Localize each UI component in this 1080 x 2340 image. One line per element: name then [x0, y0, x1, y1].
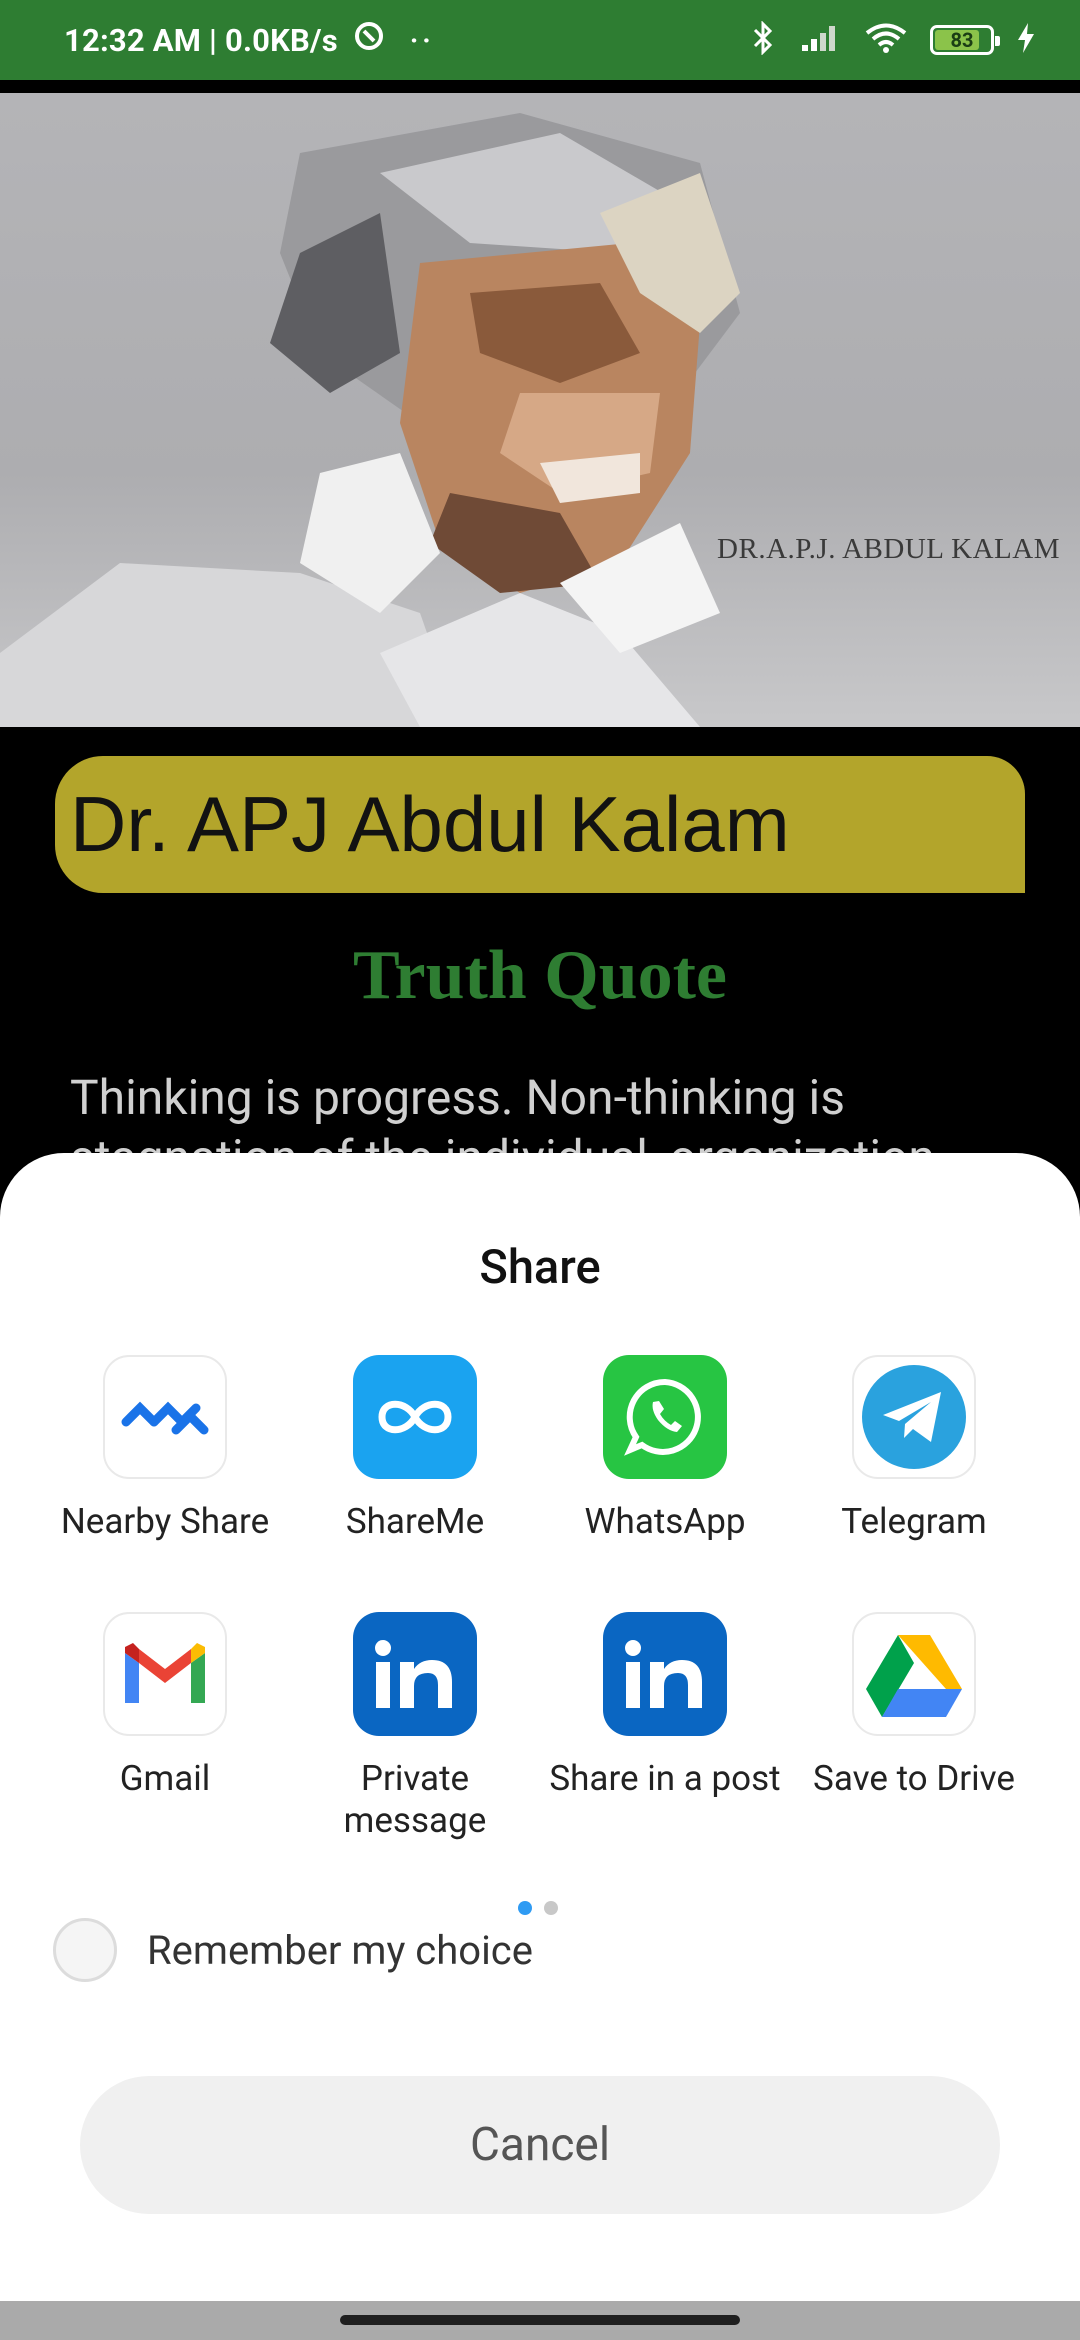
share-target-nearby-share[interactable]: Nearby Share	[40, 1355, 290, 1543]
nearby-share-icon	[103, 1355, 227, 1479]
shareme-icon	[353, 1355, 477, 1479]
whatsapp-icon	[603, 1355, 727, 1479]
telegram-icon	[852, 1355, 976, 1479]
app-label: Private message	[343, 1758, 487, 1841]
status-right: 83	[748, 20, 1036, 59]
portrait-caption: DR.A.P.J. ABDUL KALAM	[717, 533, 1060, 565]
app-label: Telegram	[841, 1501, 987, 1542]
bluetooth-icon	[748, 20, 778, 59]
status-left: 12:32 AM | 0.0KB/s ··	[64, 19, 435, 61]
share-target-linkedin-post[interactable]: Share in a post	[540, 1612, 790, 1800]
app-label: Gmail	[119, 1758, 211, 1799]
portrait-artwork	[0, 113, 740, 727]
battery-percent: 83	[950, 28, 974, 52]
remember-choice-checkbox[interactable]	[53, 1918, 117, 1982]
author-name: Dr. APJ Abdul Kalam	[70, 780, 790, 868]
page-indicator	[518, 1901, 558, 1915]
portrait-image: DR.A.P.J. ABDUL KALAM	[0, 93, 1080, 727]
page-dot-active	[518, 1901, 532, 1915]
charging-icon	[1016, 22, 1036, 58]
status-bar: 12:32 AM | 0.0KB/s ·· 83	[0, 0, 1080, 80]
share-sheet-title: Share	[479, 1240, 601, 1295]
linkedin-icon	[603, 1612, 727, 1736]
home-indicator[interactable]	[340, 2315, 740, 2325]
gmail-icon	[103, 1612, 227, 1736]
status-time-speed: 12:32 AM | 0.0KB/s	[64, 21, 338, 59]
battery-icon: 83	[930, 25, 1000, 55]
cancel-button[interactable]: Cancel	[80, 2076, 1000, 2214]
app-label: Nearby Share	[60, 1501, 270, 1542]
app-label: Save to Drive	[813, 1758, 1015, 1799]
google-drive-icon	[852, 1612, 976, 1736]
screen: 12:32 AM | 0.0KB/s ·· 83 DR.A.P.J. ABDUL…	[0, 0, 1080, 2340]
remember-choice-label: Remember my choice	[147, 1926, 533, 1974]
share-target-telegram[interactable]: Telegram	[789, 1355, 1039, 1543]
remember-choice-option[interactable]: Remember my choice	[53, 1918, 533, 1982]
wifi-icon	[864, 22, 908, 58]
page-dot	[544, 1901, 558, 1915]
status-dots: ··	[409, 23, 435, 57]
linkedin-icon	[353, 1612, 477, 1736]
signal-icon	[800, 23, 842, 57]
name-banner: Dr. APJ Abdul Kalam	[55, 756, 1025, 893]
share-target-gmail[interactable]: Gmail	[40, 1612, 290, 1800]
sync-icon	[352, 19, 386, 61]
share-target-save-to-drive[interactable]: Save to Drive	[789, 1612, 1039, 1800]
quote-type-heading: Truth Quote	[353, 937, 727, 1014]
navigation-bar	[0, 2301, 1080, 2340]
share-target-whatsapp[interactable]: WhatsApp	[540, 1355, 790, 1543]
app-label: ShareMe	[345, 1501, 485, 1542]
app-label: WhatsApp	[584, 1501, 746, 1542]
app-label: Share in a post	[549, 1758, 781, 1799]
share-target-linkedin-private-message[interactable]: Private message	[290, 1612, 540, 1842]
share-target-shareme[interactable]: ShareMe	[290, 1355, 540, 1543]
